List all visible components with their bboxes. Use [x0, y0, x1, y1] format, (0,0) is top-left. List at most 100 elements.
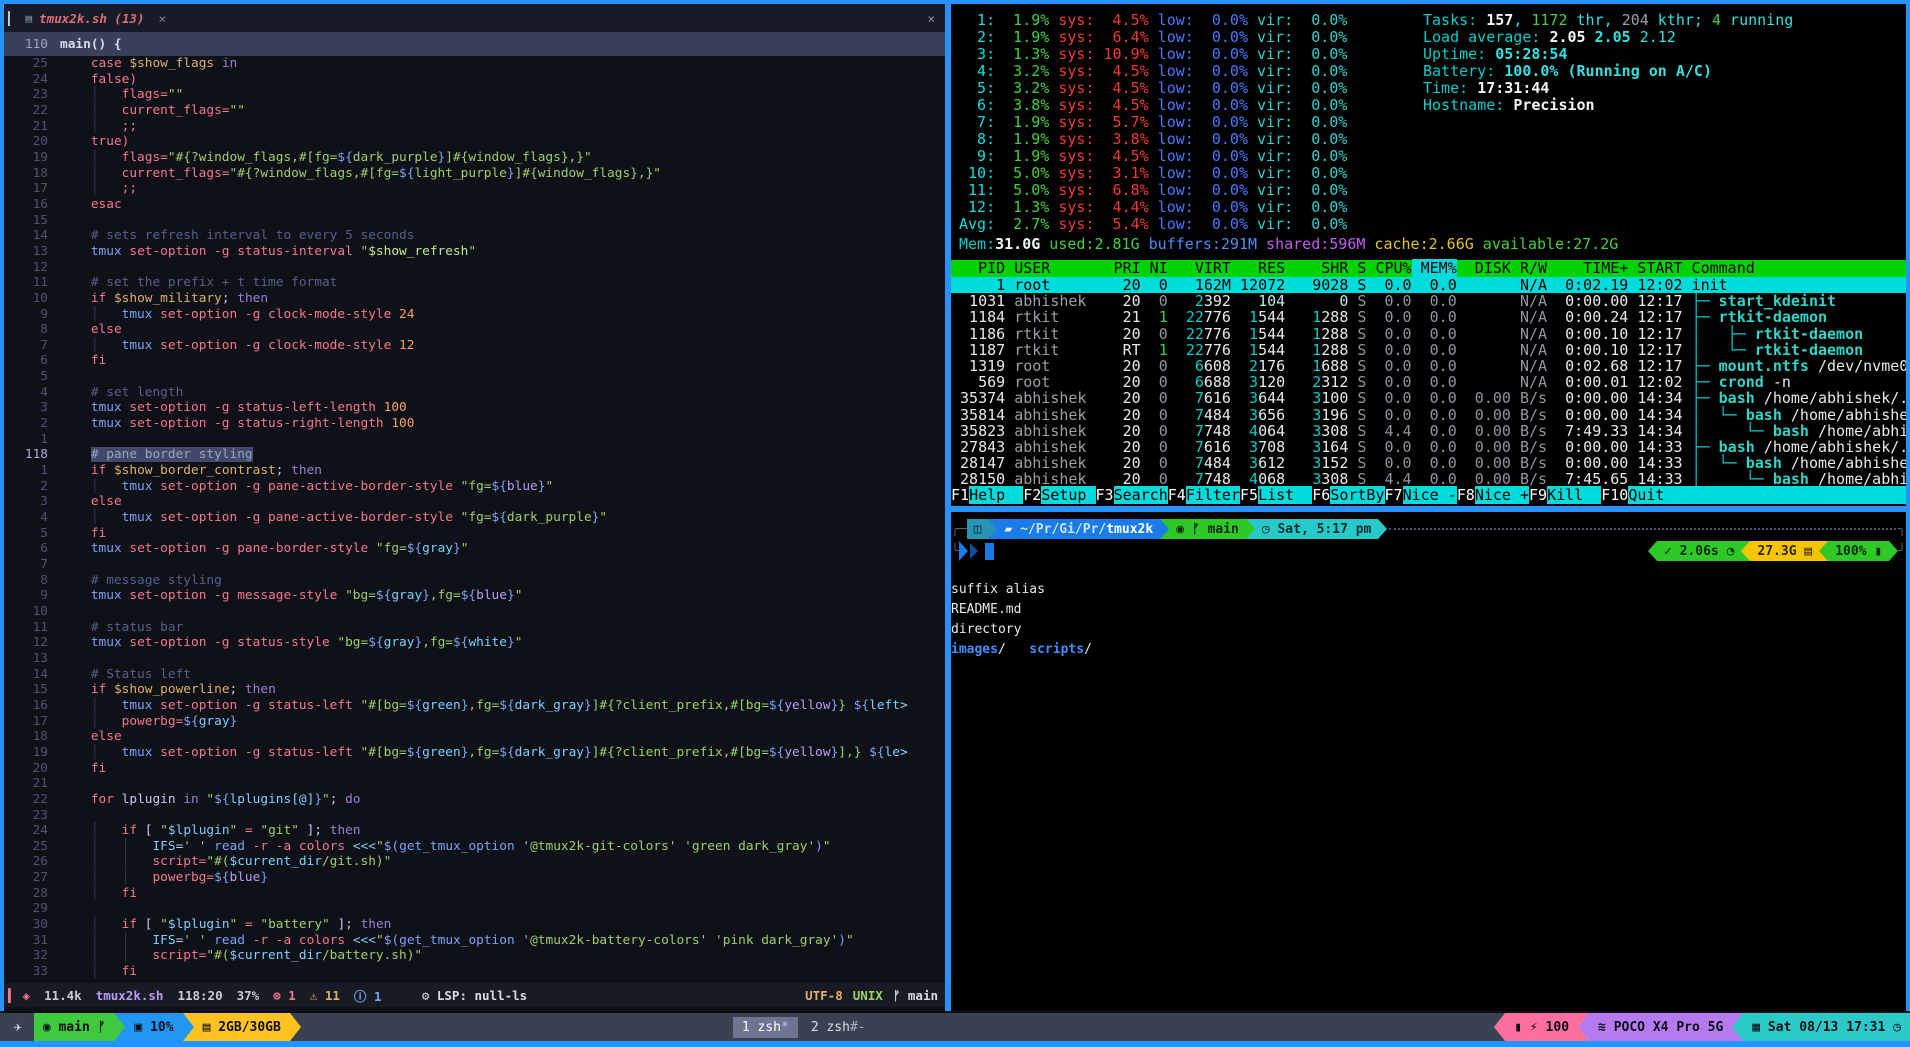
tabline-close-icon[interactable]: ×	[927, 11, 935, 26]
code-line[interactable]: 118 # pane border styling	[4, 447, 945, 463]
code-line[interactable]: 5 fi	[4, 526, 945, 542]
code-line[interactable]: 26 │ │ script="#($current_dir/git.sh)"	[4, 854, 945, 870]
process-row[interactable]: 35374 abhishek 20 0 7616 3644 3100 S 0.0…	[951, 390, 1906, 406]
process-table[interactable]: PID USER PRI NI VIRT RES SHR S CPU% MEM%…	[951, 260, 1906, 487]
directory-item[interactable]: scripts	[1029, 642, 1084, 657]
sysinfo-line: Tasks: 157, 1172 thr, 204 kthr; 4 runnin…	[1423, 12, 1793, 29]
code-line[interactable]: 25 │ │ IFS=' ' read -r -a colors <<<"$(g…	[4, 839, 945, 855]
process-row[interactable]: 35814 abhishek 20 0 7484 3656 3196 S 0.0…	[951, 407, 1906, 423]
code-line[interactable]: 12 tmux set-option -g status-style "bg=$…	[4, 635, 945, 651]
fkey-f1[interactable]: F1Help	[951, 486, 1023, 504]
code-line[interactable]: 5	[4, 369, 945, 385]
process-row[interactable]: 1184 rtkit 21 1 22776 1544 1288 S 0.0 0.…	[951, 309, 1906, 325]
code-line[interactable]: 15	[4, 213, 945, 229]
code-area[interactable]: 25 case $show_flags in24 false)23 │ flag…	[4, 56, 945, 982]
editor-tab[interactable]: ▤ tmux2k.sh (13) ×	[16, 4, 177, 32]
code-line[interactable]: 12	[4, 260, 945, 276]
code-line[interactable]: 16 │ tmux set-option -g status-left "#[b…	[4, 698, 945, 714]
code-line[interactable]: 10	[4, 604, 945, 620]
process-row[interactable]: 27843 abhishek 20 0 7616 3708 3164 S 0.0…	[951, 439, 1906, 455]
function-key-bar[interactable]: F1Help F2Setup F3SearchF4FilterF5List F6…	[951, 486, 1906, 504]
code-line[interactable]: 28 │ fi	[4, 886, 945, 902]
code-line[interactable]: 4 │ tmux set-option -g pane-active-borde…	[4, 510, 945, 526]
code-line[interactable]: 11 # set the prefix + t time format	[4, 275, 945, 291]
code-line[interactable]: 14 # Status left	[4, 667, 945, 683]
code-line[interactable]: 2 tmux set-option -g status-right-length…	[4, 416, 945, 432]
code-line[interactable]: 8 # message styling	[4, 573, 945, 589]
htop-pane[interactable]: 1: 1.9% sys: 4.5% low: 0.0% vir: 0.0% 2:…	[951, 4, 1906, 506]
code-line[interactable]: 33 │ fi	[4, 964, 945, 980]
prompt-line-2[interactable]: ╰ ✓ 2.06s ◔27.3G ▤100% ▮ ╯	[951, 540, 1906, 562]
code-line[interactable]: 32 │ │ script="#($current_dir/battery.sh…	[4, 948, 945, 964]
code-line[interactable]: 20 true)	[4, 134, 945, 150]
code-line[interactable]: 19 │ flags="#{?window_flags,#[fg=${dark_…	[4, 150, 945, 166]
code-line[interactable]: 19 │ tmux set-option -g status-left "#[b…	[4, 745, 945, 761]
process-row[interactable]: 28150 abhishek 20 0 7748 4068 3308 S 4.4…	[951, 471, 1906, 487]
process-row[interactable]: 35823 abhishek 20 0 7748 4064 3308 S 4.4…	[951, 423, 1906, 439]
code-line[interactable]: 18 else	[4, 729, 945, 745]
fkey-f4[interactable]: F4Filter	[1168, 486, 1240, 504]
process-row[interactable]: 28147 abhishek 20 0 7484 3612 3152 S 0.0…	[951, 455, 1906, 471]
directory-item[interactable]: images	[951, 642, 998, 657]
code-line[interactable]: 1	[4, 432, 945, 448]
code-line[interactable]: 23 │ flags=""	[4, 87, 945, 103]
code-line[interactable]: 11 # status bar	[4, 620, 945, 636]
process-row[interactable]: 1186 rtkit 20 0 22776 1544 1288 S 0.0 0.…	[951, 326, 1906, 342]
editor-pane[interactable]: ▎ ▤ tmux2k.sh (13) × × 110 main() { 25 c…	[4, 4, 945, 1011]
fkey-f8[interactable]: F8Nice +	[1457, 486, 1529, 504]
code-line[interactable]: 6 tmux set-option -g pane-border-style "…	[4, 541, 945, 557]
code-line[interactable]: 2 │ tmux set-option -g pane-active-borde…	[4, 479, 945, 495]
code-line[interactable]: 21 │ ;;	[4, 119, 945, 135]
fkey-f6[interactable]: F6SortBy	[1312, 486, 1384, 504]
fkey-f3[interactable]: F3Search	[1096, 486, 1168, 504]
code-line[interactable]: 17 │ ;;	[4, 181, 945, 197]
code-line[interactable]: 3 tmux set-option -g status-left-length …	[4, 400, 945, 416]
fkey-f5[interactable]: F5List	[1240, 486, 1312, 504]
code-line[interactable]: 7 │ tmux set-option -g clock-mode-style …	[4, 338, 945, 354]
terminal-pane[interactable]: ╭─ ◫ ▰ ~/Pr/Gi/Pr/tmux2k ◉ ᚠ main ◷ Sat,…	[951, 512, 1906, 1011]
terminal-cursor[interactable]	[985, 543, 994, 560]
tmux-window-1[interactable]: 1 zsh*	[733, 1017, 798, 1038]
process-row[interactable]: 569 root 20 0 6688 3120 2312 S 0.0 0.0 N…	[951, 374, 1906, 390]
code-line[interactable]: 7	[4, 557, 945, 573]
rocket-icon[interactable]: ✈	[0, 1013, 34, 1041]
code-line[interactable]: 23	[4, 808, 945, 824]
code-line[interactable]: 24 │ if [ "$lplugin" = "git" ]; then	[4, 823, 945, 839]
process-table-header[interactable]: PID USER PRI NI VIRT RES SHR S CPU% MEM%…	[951, 260, 1906, 277]
code-line[interactable]: 6 fi	[4, 353, 945, 369]
code-line[interactable]: 22 for lplugin in "${lplugins[@]}"; do	[4, 792, 945, 808]
code-line[interactable]: 24 false)	[4, 72, 945, 88]
tmux-window-2[interactable]: 2 zsh#-	[802, 1017, 875, 1038]
process-row[interactable]: 1319 root 20 0 6608 2176 1688 S 0.0 0.0 …	[951, 358, 1906, 374]
code-line[interactable]: 13 tmux set-option -g status-interval "$…	[4, 244, 945, 260]
code-line[interactable]: 1 if $show_border_contrast; then	[4, 463, 945, 479]
process-row[interactable]: 1 root 20 0 162M 12072 9028 S 0.0 0.0 N/…	[951, 277, 1906, 293]
fkey-f10[interactable]: F10Quit	[1601, 486, 1664, 504]
code-line[interactable]: 21	[4, 776, 945, 792]
code-line[interactable]: 27 │ │ powerbg=${blue}	[4, 870, 945, 886]
code-line[interactable]: 10 if $show_military; then	[4, 291, 945, 307]
code-line[interactable]: 9 │ tmux set-option -g clock-mode-style …	[4, 307, 945, 323]
code-line[interactable]: 20 fi	[4, 761, 945, 777]
code-line[interactable]: 22 │ current_flags=""	[4, 103, 945, 119]
code-line[interactable]: 4 # set length	[4, 385, 945, 401]
code-line[interactable]: 16 esac	[4, 197, 945, 213]
fkey-f2[interactable]: F2Setup	[1023, 486, 1095, 504]
code-line[interactable]: 17 │ powerbg=${gray}	[4, 714, 945, 730]
code-line[interactable]: 29	[4, 901, 945, 917]
tab-close-icon[interactable]: ×	[159, 11, 167, 26]
code-line[interactable]: 14 # sets refresh interval to every 5 se…	[4, 228, 945, 244]
code-line[interactable]: 9 tmux set-option -g message-style "bg=$…	[4, 588, 945, 604]
code-line[interactable]: 30 │ if [ "$lplugin" = "battery" ]; then	[4, 917, 945, 933]
code-line[interactable]: 13	[4, 651, 945, 667]
fkey-f7[interactable]: F7Nice -	[1385, 486, 1457, 504]
code-line[interactable]: 18 │ current_flags="#{?window_flags,#[fg…	[4, 166, 945, 182]
code-line[interactable]: 8 else	[4, 322, 945, 338]
code-line[interactable]: 25 case $show_flags in	[4, 56, 945, 72]
process-row[interactable]: 1187 rtkit RT 1 22776 1544 1288 S 0.0 0.…	[951, 342, 1906, 358]
code-line[interactable]: 15 if $show_powerline; then	[4, 682, 945, 698]
fkey-f9[interactable]: F9Kill	[1529, 486, 1601, 504]
process-row[interactable]: 1031 abhishek 20 0 2392 104 0 S 0.0 0.0 …	[951, 293, 1906, 309]
code-line[interactable]: 31 │ │ IFS=' ' read -r -a colors <<<"$(g…	[4, 933, 945, 949]
code-line[interactable]: 3 else	[4, 494, 945, 510]
